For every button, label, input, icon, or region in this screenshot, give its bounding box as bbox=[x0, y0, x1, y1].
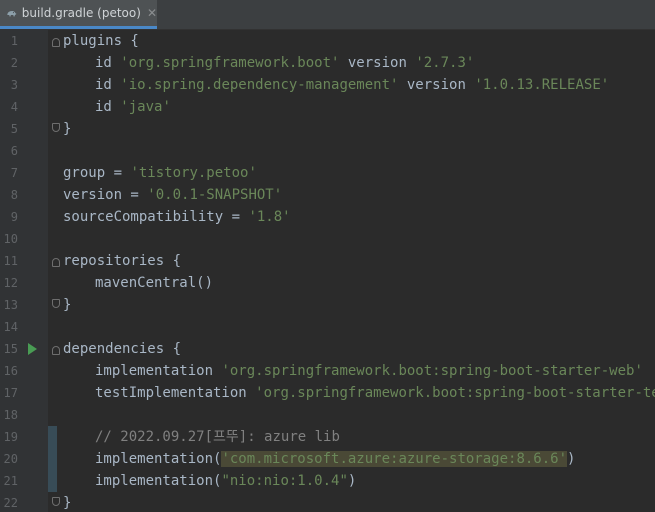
code-text: dependencies { bbox=[63, 341, 182, 357]
code-line: 6 bbox=[0, 140, 655, 162]
code-text: implementation('com.microsoft.azure:azur… bbox=[95, 451, 576, 467]
code-line: 17 testImplementation 'org.springframewo… bbox=[0, 382, 655, 404]
line-number: 7 bbox=[10, 166, 18, 180]
line-number: 9 bbox=[10, 210, 18, 224]
code-line: 1 plugins { bbox=[0, 30, 655, 52]
line-number: 5 bbox=[10, 122, 18, 136]
code-text: sourceCompatibility = '1.8' bbox=[63, 209, 291, 225]
code-text: implementation 'org.springframework.boot… bbox=[95, 363, 643, 379]
code-line: 11 repositories { bbox=[0, 250, 655, 272]
line-number: 1 bbox=[10, 34, 18, 48]
code-line: 8 version = '0.0.1-SNAPSHOT' bbox=[0, 184, 655, 206]
line-number: 21 bbox=[3, 474, 18, 488]
run-icon[interactable] bbox=[28, 343, 37, 355]
code-line: 13 } bbox=[0, 294, 655, 316]
code-text: implementation("nio:nio:1.0.4") bbox=[95, 473, 357, 489]
line-number: 17 bbox=[3, 386, 18, 400]
code-line: 21 implementation("nio:nio:1.0.4") bbox=[0, 470, 655, 492]
code-text: } bbox=[63, 297, 72, 313]
line-number: 6 bbox=[10, 144, 18, 158]
code-text: id 'java' bbox=[95, 99, 171, 115]
line-number: 16 bbox=[3, 364, 18, 378]
line-number: 15 bbox=[3, 342, 18, 356]
fold-toggle-icon[interactable] bbox=[52, 38, 60, 47]
line-number: 22 bbox=[3, 496, 18, 510]
code-text: testImplementation 'org.springframework.… bbox=[95, 385, 655, 401]
line-number: 8 bbox=[10, 188, 18, 202]
code-line: 20 implementation('com.microsoft.azure:a… bbox=[0, 448, 655, 470]
fold-end-icon[interactable] bbox=[52, 497, 60, 506]
code-line: 19 // 2022.09.27[프뚜]: azure lib bbox=[0, 426, 655, 448]
code-line: 2 id 'org.springframework.boot' version … bbox=[0, 52, 655, 74]
code-line: 4 id 'java' bbox=[0, 96, 655, 118]
line-number: 4 bbox=[10, 100, 18, 114]
line-number: 10 bbox=[3, 232, 18, 246]
fold-toggle-icon[interactable] bbox=[52, 346, 60, 355]
line-number: 12 bbox=[3, 276, 18, 290]
editor-tab-bar: build.gradle (petoo) ✕ bbox=[0, 0, 655, 30]
code-line: 12 mavenCentral() bbox=[0, 272, 655, 294]
code-line: 5 } bbox=[0, 118, 655, 140]
code-text: plugins { bbox=[63, 33, 139, 49]
line-number: 18 bbox=[3, 408, 18, 422]
line-number: 11 bbox=[3, 254, 18, 268]
tab-build-gradle[interactable]: build.gradle (petoo) ✕ bbox=[0, 0, 157, 29]
code-line: 22 } bbox=[0, 492, 655, 512]
code-text: mavenCentral() bbox=[95, 275, 214, 291]
code-line: 10 bbox=[0, 228, 655, 250]
code-text: repositories { bbox=[63, 253, 182, 269]
code-line: 15 dependencies { bbox=[0, 338, 655, 360]
line-number: 3 bbox=[10, 78, 18, 92]
line-number: 2 bbox=[10, 56, 18, 70]
code-line: 18 bbox=[0, 404, 655, 426]
line-number: 14 bbox=[3, 320, 18, 334]
highlighted-string: 'com.microsoft.azure:azure-storage:8.6.6… bbox=[221, 451, 568, 467]
code-text: } bbox=[63, 121, 72, 137]
code-text: } bbox=[63, 495, 72, 511]
tab-label: build.gradle (petoo) bbox=[21, 6, 141, 20]
code-comment: // 2022.09.27[프뚜]: azure lib bbox=[95, 429, 340, 445]
code-line: 7 group = 'tistory.petoo' bbox=[0, 162, 655, 184]
line-number: 19 bbox=[3, 430, 18, 444]
code-editor[interactable]: 1 plugins { 2 id 'org.springframework.bo… bbox=[0, 30, 655, 512]
code-text: id 'io.spring.dependency-management' ver… bbox=[95, 77, 610, 93]
code-text: group = 'tistory.petoo' bbox=[63, 165, 257, 181]
fold-end-icon[interactable] bbox=[52, 123, 60, 132]
code-line: 16 implementation 'org.springframework.b… bbox=[0, 360, 655, 382]
line-number: 20 bbox=[3, 452, 18, 466]
close-icon[interactable]: ✕ bbox=[147, 6, 157, 20]
code-text: version = '0.0.1-SNAPSHOT' bbox=[63, 187, 283, 203]
code-line: 9 sourceCompatibility = '1.8' bbox=[0, 206, 655, 228]
code-line: 3 id 'io.spring.dependency-management' v… bbox=[0, 74, 655, 96]
fold-end-icon[interactable] bbox=[52, 299, 60, 308]
gradle-elephant-icon bbox=[7, 10, 17, 17]
fold-toggle-icon[interactable] bbox=[52, 258, 60, 267]
line-number: 13 bbox=[3, 298, 18, 312]
code-line: 14 bbox=[0, 316, 655, 338]
code-text: id 'org.springframework.boot' version '2… bbox=[95, 55, 475, 71]
